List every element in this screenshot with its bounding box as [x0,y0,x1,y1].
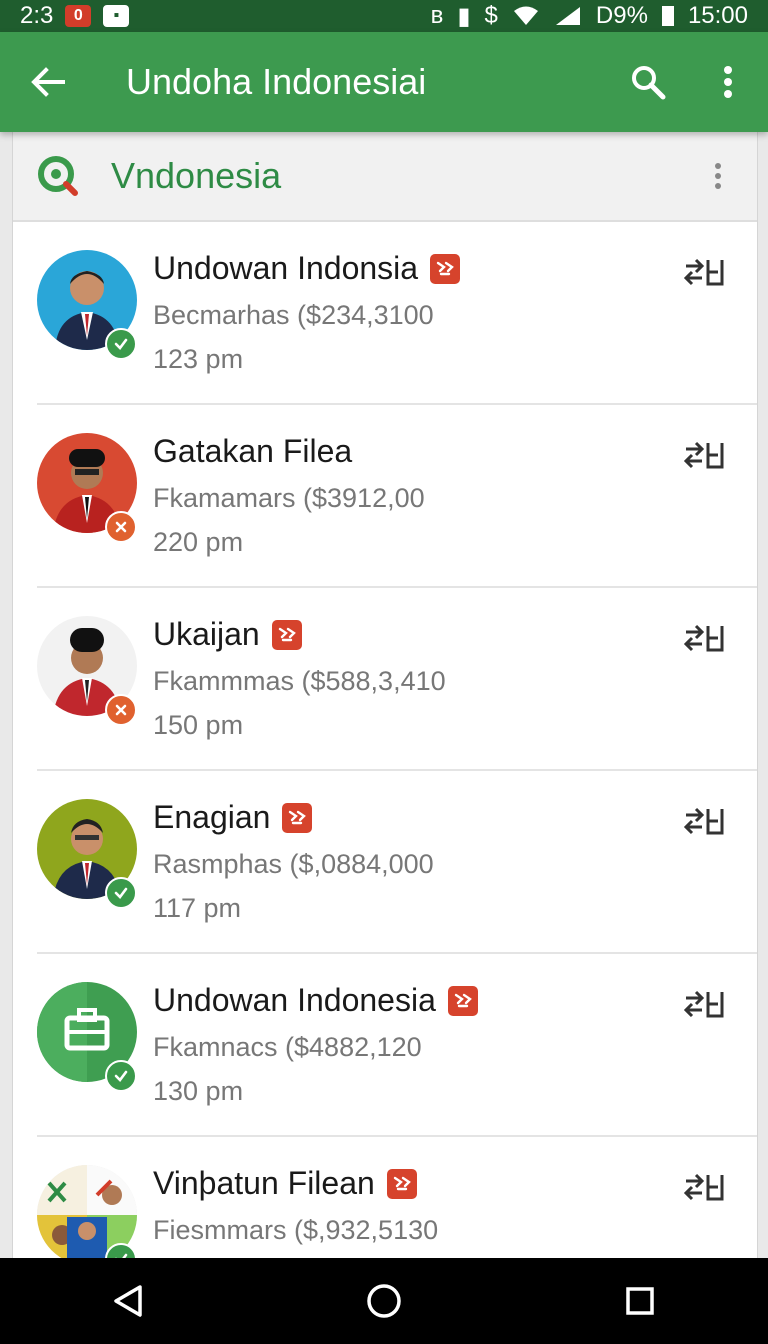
item-time: 117 pm [153,893,242,923]
system-nav-bar [0,1258,768,1344]
search-icon [632,66,666,100]
check-icon [114,887,128,899]
notification-icon: ▪ [103,5,130,27]
search-button[interactable] [608,32,688,132]
check-icon [114,338,128,350]
item-name: Undowan Indonesia [153,982,478,1019]
contact-list: Undowan Indonsia Becmarhas ($234,3100 123 … [13,222,757,1258]
back-button[interactable] [0,32,96,132]
check-icon [115,1253,128,1258]
nav-home-icon [367,1284,401,1318]
nav-recents-icon [626,1287,654,1315]
flag-icon [454,993,472,1007]
dollar-icon: $ [484,2,498,29]
item-name-text: Undowan Indonesia [153,982,436,1018]
battery-percent: D9% [595,2,648,29]
list-item[interactable]: Undowan Indonsia Becmarhas ($234,3100 123 … [37,222,757,405]
transfer-button[interactable] [683,435,727,475]
transfer-button[interactable] [683,801,727,841]
transfer-icon [684,990,724,1018]
item-amount: Fkamamars ($3912,00 [153,483,425,513]
tag-badge [386,1168,417,1199]
list-item[interactable]: Ukaijan Fkammmas ($588,3,410 150 pm [37,588,757,771]
section-title: Vndonesia [111,155,282,196]
app-bar: Undoha Indonesiai [0,32,768,132]
online-status-badge [105,328,137,360]
tag-badge [430,253,461,284]
status-time-left: 2:3 [20,2,54,29]
flag-icon [393,1176,411,1190]
signal-icon [555,7,580,25]
error-status-badge [105,511,137,543]
item-amount: Fkammmas ($588,3,410 [153,666,446,696]
arrow-back-icon [31,67,65,97]
item-time: 220 pm [153,527,244,557]
tag-badge [282,802,313,833]
bluetooth-icon: ʙ [430,2,444,29]
item-time: 130 pm [153,1076,244,1106]
item-amount: Fkamnacs ($4882,120 [153,1032,422,1062]
flag-icon [436,261,454,275]
status-clock: 15:00 [687,2,748,29]
section-header: Vndonesia [13,132,757,222]
flag-icon [278,627,296,641]
item-name: Gatakan Filea [153,433,352,470]
nav-back-button[interactable] [88,1258,168,1344]
wifi-icon [513,6,538,25]
close-icon [115,704,127,716]
nav-home-button[interactable] [344,1258,424,1344]
item-name: Vinþatun Filean [153,1165,417,1202]
transfer-button[interactable] [683,984,727,1024]
transfer-icon [684,624,724,652]
more-vert-icon [724,66,732,98]
notification-badge: 0 [65,5,92,27]
nav-recents-button[interactable] [600,1258,680,1344]
list-item[interactable]: Undowan Indonesia Fkamnacs ($4882,120 130 … [37,954,757,1137]
close-icon [115,521,127,533]
list-item[interactable]: Gatakan Filea Fkamamars ($3912,00 220 pm [37,405,757,588]
section-menu-button[interactable] [703,154,733,198]
item-amount: Fiesmmars ($,932,5130 [153,1215,439,1245]
item-name: Enagian [153,799,313,836]
online-status-badge [105,877,137,909]
online-status-badge [105,1060,137,1092]
item-amount: Rasmphas ($,0884,000 [153,849,434,879]
content-panel: Vndonesia Undowan Indonsia Becmarhas ($23… [12,132,758,1258]
item-name-text: Undowan Indonsia [153,250,419,286]
item-name-text: Enagian [153,799,271,835]
item-name-text: Ukaijan [153,616,260,652]
app-title: Undoha Indonesiai [126,61,427,102]
transfer-icon [684,258,724,286]
nav-back-icon [114,1285,142,1317]
vibrate-icon: ▮ [457,2,471,30]
search-logo-icon [38,156,78,196]
list-item[interactable]: Enagian Rasmphas ($,0884,000 117 pm [37,771,757,954]
tag-badge [271,619,302,650]
transfer-button[interactable] [683,1167,727,1207]
transfer-icon [684,807,724,835]
more-vert-icon [715,163,721,189]
item-name: Ukaijan [153,616,302,653]
transfer-button[interactable] [683,618,727,658]
overflow-menu-button[interactable] [688,32,768,132]
list-item[interactable]: Vinþatun Filean Fiesmmars ($,932,5130 [37,1137,757,1258]
item-name-text: Gatakan Filea [153,433,353,469]
battery-icon [661,6,674,26]
flag-icon [289,810,307,824]
item-time: 150 pm [153,710,244,740]
transfer-button[interactable] [683,252,727,292]
item-amount: Becmarhas ($234,3100 [153,300,434,330]
item-time: 123 pm [153,344,244,374]
transfer-icon [684,441,724,469]
status-bar: 2:3 0 ▪ ʙ ▮ $ D9% 15:00 [0,0,768,32]
item-name: Undowan Indonsia [153,250,461,287]
tag-badge [447,985,478,1016]
item-name-text: Vinþatun Filean [153,1165,375,1201]
check-icon [114,1070,128,1082]
error-status-badge [105,694,137,726]
transfer-icon [684,1173,724,1201]
